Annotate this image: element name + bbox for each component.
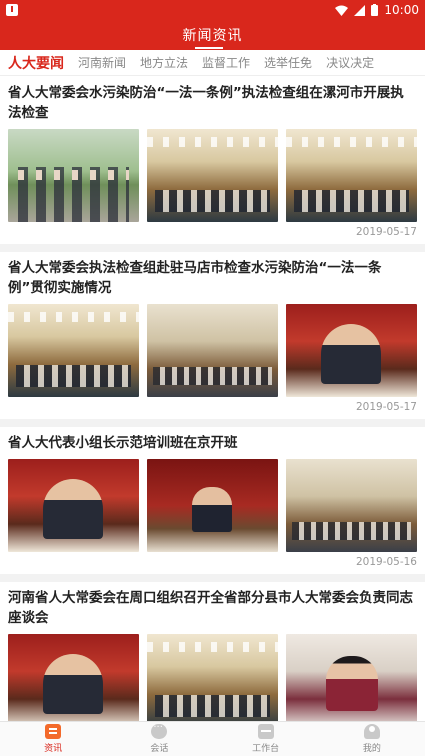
news-thumbnails [8, 459, 417, 552]
news-item[interactable]: 省人大常委会水污染防治“一法一条例”执法检查组在漯河市开展执法检查 2019-0… [0, 77, 425, 252]
status-bar: 10:00 [0, 0, 425, 20]
nav-profile[interactable]: 我的 [319, 722, 425, 756]
wifi-icon [335, 5, 349, 16]
nav-news-label: 资讯 [44, 744, 63, 754]
news-thumbnails [8, 634, 417, 721]
news-thumbnails [8, 304, 417, 397]
bottom-navigation: 资讯 会话 工作台 我的 [0, 721, 425, 756]
classroom-photo [286, 459, 417, 552]
category-tabs: 人大要闻 河南新闻 地方立法 监督工作 选举任免 决议决定 [0, 50, 425, 76]
nav-workbench-label: 工作台 [252, 744, 280, 754]
red-stage-photo [8, 634, 139, 721]
meeting-hall-photo [147, 634, 278, 721]
tab-elections[interactable]: 选举任免 [257, 54, 319, 71]
title-underline [195, 47, 223, 49]
profile-icon [363, 724, 380, 739]
meeting-hall-photo [286, 129, 417, 222]
news-date: 2019-05-16 [355, 556, 417, 568]
status-time: 10:00 [384, 3, 419, 17]
news-item[interactable]: 省人大代表小组长示范培训班在京开班 2019-05-16 [0, 427, 425, 582]
tab-resolutions[interactable]: 决议决定 [319, 54, 381, 71]
news-feed: 省人大常委会水污染防治“一法一条例”执法检查组在漯河市开展执法检查 2019-0… [0, 77, 425, 721]
news-title: 河南省人大常委会在周口组织召开全省部分县市人大常委会负责同志座谈会 [8, 590, 413, 626]
nav-chat-label: 会话 [150, 744, 169, 754]
news-item[interactable]: 省人大常委会执法检查组赴驻马店市检查水污染防治“一法一条例”贯彻实施情况 201… [0, 252, 425, 427]
tab-henan-news[interactable]: 河南新闻 [71, 54, 133, 71]
notification-icon [6, 4, 18, 16]
meeting-room-photo [147, 304, 278, 397]
speaker-portrait-photo [286, 304, 417, 397]
news-thumbnails [8, 129, 417, 222]
chat-icon [151, 722, 168, 739]
workbench-icon [257, 724, 274, 739]
news-title: 省人大常委会执法检查组赴驻马店市检查水污染防治“一法一条例”贯彻实施情况 [8, 260, 382, 296]
news-title: 省人大代表小组长示范培训班在京开班 [8, 435, 238, 451]
tab-local-legislation[interactable]: 地方立法 [133, 54, 195, 71]
meeting-hall-photo [8, 304, 139, 397]
nav-workbench[interactable]: 工作台 [213, 722, 319, 756]
news-item[interactable]: 河南省人大常委会在周口组织召开全省部分县市人大常委会负责同志座谈会 [0, 582, 425, 721]
nav-news[interactable]: 资讯 [0, 722, 106, 756]
app-header: 新闻资讯 [0, 20, 425, 50]
tab-renda-news[interactable]: 人大要闻 [0, 53, 71, 73]
news-date: 2019-05-17 [355, 401, 417, 413]
news-date: 2019-05-17 [355, 226, 417, 238]
battery-icon [371, 4, 379, 16]
tab-supervision[interactable]: 监督工作 [195, 54, 257, 71]
nav-chat[interactable]: 会话 [106, 722, 212, 756]
signal-icon [354, 4, 366, 16]
news-title: 省人大常委会水污染防治“一法一条例”执法检查组在漯河市开展执法检查 [8, 85, 404, 121]
meeting-hall-photo [147, 129, 278, 222]
outdoor-inspection-photo [8, 129, 139, 222]
news-icon [45, 724, 62, 739]
nav-profile-label: 我的 [362, 744, 381, 754]
page-title: 新闻资讯 [182, 28, 243, 44]
red-stage-photo [8, 459, 139, 552]
woman-speaker-photo [286, 634, 417, 721]
podium-speaker-photo [147, 459, 278, 552]
